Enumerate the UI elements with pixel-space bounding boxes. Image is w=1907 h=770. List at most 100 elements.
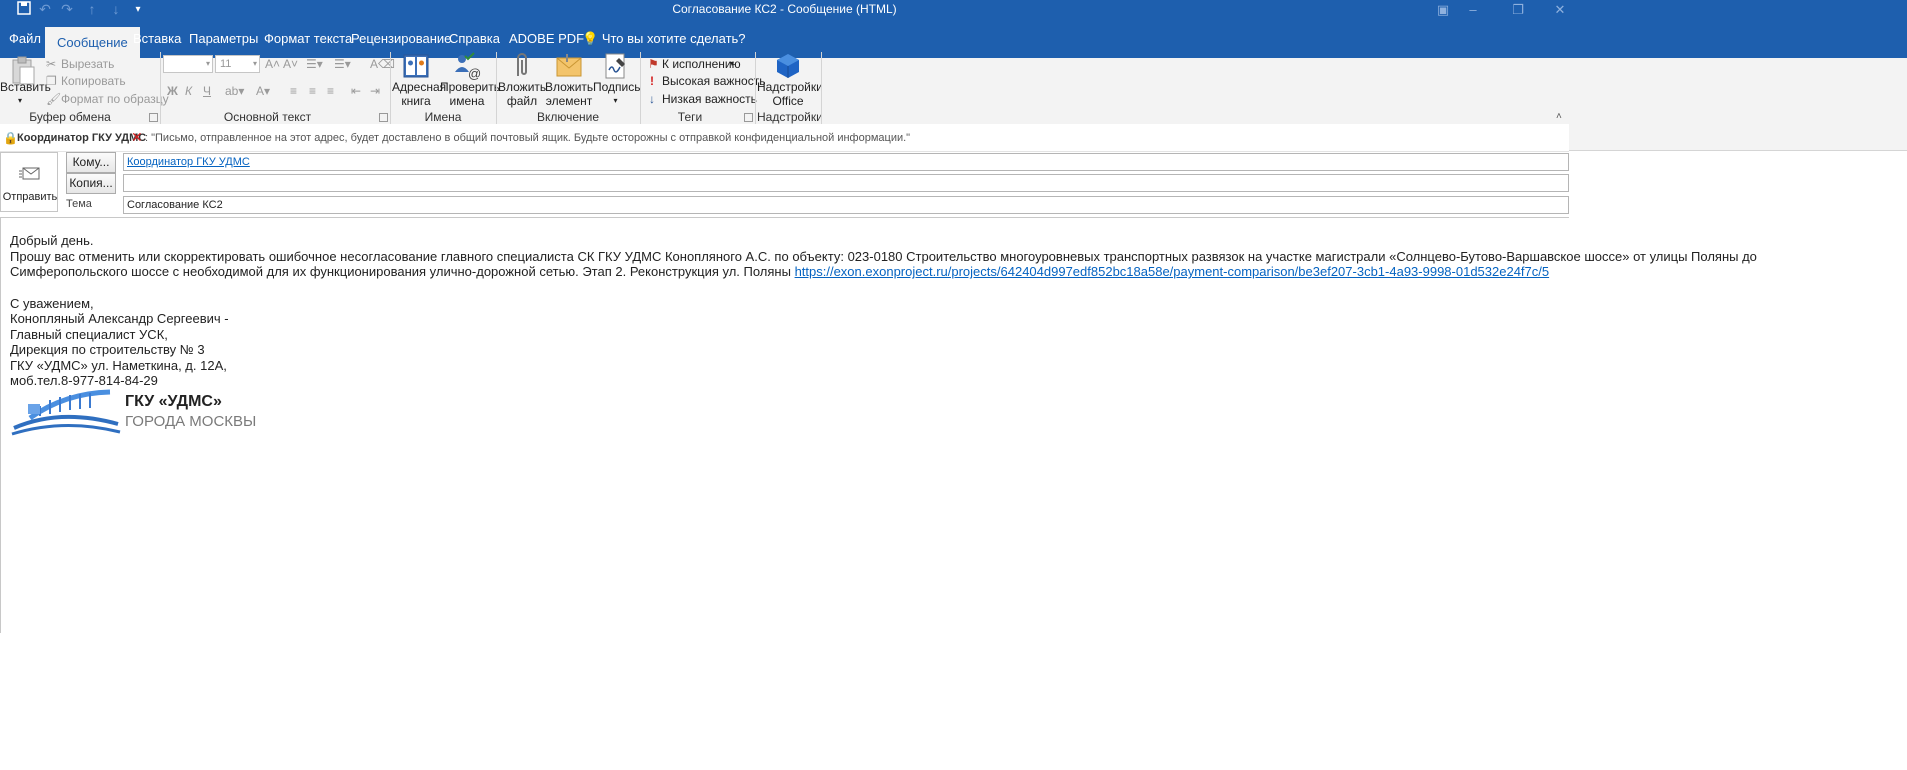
follow-up-dropdown-icon: ▾ [730,59,735,68]
basic-text-group-label: Основной текст [223,110,312,124]
signature-dropdown-icon: ▾ [613,96,618,105]
ribbon-display-options-icon[interactable]: ▣ [1428,0,1458,19]
follow-up-label: К исполнению [662,57,741,71]
bold-button[interactable]: Ж [167,84,178,98]
close-icon[interactable]: ✕ [1545,0,1575,19]
cut-label: Вырезать [61,57,115,71]
font-size-dropdown[interactable]: 11 ▾ [215,55,260,73]
underline-button[interactable]: Ч [203,84,211,98]
low-importance-button[interactable]: ↓ Низкая важность [648,90,757,108]
copy-button[interactable]: ❐ Копировать [46,72,146,90]
tab-adobe-pdf[interactable]: ADOBE PDF [509,25,584,52]
attach-file-button[interactable]: Вложить файл [498,52,546,112]
mailtip-message: : "Письмо, отправленное на этот адрес, б… [145,132,911,144]
numbering-icon[interactable]: ☰▾ [334,57,351,71]
attach-file-label-1: Вложить [498,80,547,94]
font-color-icon[interactable]: A▾ [256,84,270,98]
names-group-label: Имена [424,110,462,124]
tab-insert[interactable]: Вставка [133,25,181,52]
subject-field[interactable]: Согласование КС2 [123,196,1569,214]
increase-indent-icon[interactable]: ⇥ [370,84,380,98]
remove-mailtip-icon[interactable]: ✕ [131,129,143,146]
tags-dialog-launcher-icon[interactable] [744,113,753,122]
tags-group-label: Теги [677,110,703,124]
paste-label: Вставить [0,80,51,94]
body-paragraph-text: Симферопольского шоссе с необходимой для… [10,264,795,279]
minimize-icon[interactable]: – [1458,0,1488,19]
align-left-icon[interactable]: ≡ [290,84,297,98]
mailtip-bar: 🔒 Координатор ГКУ УДМС ✕ : "Письмо, отпр… [0,124,1569,152]
basic-text-dialog-launcher-icon[interactable] [379,113,388,122]
office-addins-button[interactable]: Надстройки Office [757,52,823,112]
high-importance-button[interactable]: ! Высокая важность [648,72,765,90]
tab-message[interactable]: Сообщение [45,27,140,58]
cut-button[interactable]: ✂ Вырезать [46,55,146,73]
attach-item-label-1: Вложить [545,80,594,94]
logo-subtitle: ГОРОДА МОСКВЫ [125,413,257,430]
check-names-label-2: имена [449,94,485,108]
shrink-font-icon[interactable]: A˅ [283,57,298,71]
down-arrow-icon: ↓ [649,92,655,106]
highlight-icon[interactable]: ab▾ [225,84,244,98]
tell-me-box[interactable]: 💡 Что вы хотите сделать? [582,25,746,52]
align-center-icon[interactable]: ≡ [309,84,316,98]
address-book-label-1: Адресная [392,80,447,94]
subject-label: Тема [66,198,92,210]
lightbulb-icon: 💡 [582,31,599,46]
signature-button[interactable]: Подпись ▾ [593,52,641,112]
high-importance-label: Высокая важность [662,74,766,88]
mailtip-name: Координатор ГКУ УДМС [17,132,147,144]
format-painter-label: Формат по образцу [61,92,169,106]
signature-label: Подпись [593,80,641,94]
attach-item-label-2: элемент [545,94,593,108]
tab-file[interactable]: Файл [9,25,41,52]
addins-group-label: Надстройки [757,110,823,124]
follow-up-button[interactable]: ⚑ К исполнению ▾ [648,55,748,73]
mailtip-icon: 🔒 [3,131,18,145]
cc-button[interactable]: Копия... [66,173,116,194]
collapse-ribbon-icon[interactable]: ˄ [1556,110,1562,124]
to-field[interactable]: Координатор ГКУ УДМС [123,153,1569,171]
scissors-icon: ✂ [46,57,57,71]
align-right-icon[interactable]: ≡ [327,84,334,98]
tab-options[interactable]: Параметры [189,25,258,52]
attach-item-button[interactable]: Вложить элемент [545,52,593,112]
check-names-label-1: Проверить [440,80,501,94]
check-names-button[interactable]: @ Проверить имена [440,52,501,112]
format-painter-button[interactable]: 🖌 Формат по образцу [46,90,169,108]
low-importance-label: Низкая важность [662,92,757,106]
address-book-button[interactable]: Адресная книга [392,52,447,112]
include-group-label: Включение [536,110,600,124]
body-paragraph-line-2: Симферопольского шоссе с необходимой для… [10,262,1549,281]
tell-me-label: Что вы хотите сделать? [601,31,746,46]
attach-file-label-2: файл [506,94,538,108]
cc-field[interactable] [123,174,1569,192]
send-button[interactable]: Отправить [0,152,58,212]
udms-logo-icon [10,388,122,436]
copy-icon: ❐ [46,74,57,88]
clipboard-dialog-launcher-icon[interactable] [149,113,158,122]
project-link[interactable]: https://exon.exonproject.ru/projects/642… [795,264,1550,279]
flag-icon: ⚑ [648,57,659,71]
tab-help[interactable]: Справка [449,25,500,52]
office-addins-label-1: Надстройки [757,80,823,94]
restore-icon[interactable]: ❐ [1503,0,1533,19]
message-body[interactable]: Добрый день. Прошу вас отменить или скор… [0,217,1757,633]
tab-review[interactable]: Рецензирование [351,25,451,52]
font-name-dropdown[interactable]: ▾ [163,55,213,73]
copy-label: Копировать [61,74,126,88]
svg-text:@: @ [468,66,481,80]
exclamation-icon: ! [650,74,654,88]
address-book-label-2: книга [401,94,431,108]
send-label: Отправить [2,191,58,203]
bullets-icon[interactable]: ☰▾ [306,57,323,71]
paste-dropdown-icon: ▾ [17,96,22,105]
clipboard-group-label: Буфер обмена [29,110,111,124]
grow-font-icon[interactable]: A˄ [265,57,280,71]
decrease-indent-icon[interactable]: ⇤ [351,84,361,98]
tab-format-text[interactable]: Формат текста [264,25,352,52]
send-icon [19,165,41,188]
office-addins-label-2: Office [772,94,804,108]
to-button[interactable]: Кому... [66,152,116,173]
italic-button[interactable]: К [185,84,192,98]
